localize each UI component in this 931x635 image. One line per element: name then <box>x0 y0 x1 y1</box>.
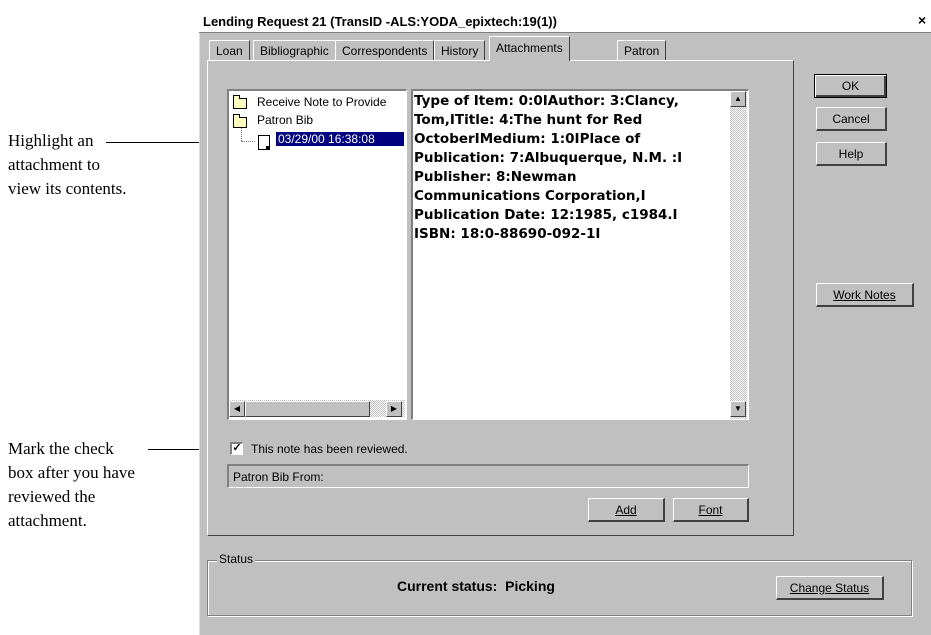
tab-loan[interactable]: Loan <box>209 40 250 60</box>
folder-icon <box>233 114 247 128</box>
reviewed-checkbox-label: This note has been reviewed. <box>251 442 408 456</box>
scroll-left-button[interactable]: ◀ <box>229 401 245 417</box>
scroll-down-button[interactable]: ▼ <box>730 401 746 417</box>
callout-mark-line-4: attachment. <box>8 511 87 530</box>
tree-connector <box>241 128 242 141</box>
dialog-title: Lending Request 21 (TransID -ALS:YODA_ep… <box>203 14 557 29</box>
tree-item-selected-attachment[interactable]: 03/29/00 16:38:08 <box>275 131 405 147</box>
status-group-label: Status <box>217 552 256 566</box>
callout-mark-line-2: box after you have <box>8 463 135 482</box>
reviewed-checkbox[interactable]: ✓ <box>230 442 243 455</box>
callout-mark-line-3: reviewed the <box>8 487 96 506</box>
tab-bibliographic[interactable]: Bibliographic <box>253 40 336 60</box>
scroll-up-button[interactable]: ▲ <box>730 91 746 107</box>
help-button-label: Help <box>838 147 864 161</box>
tree-item-patron-bib[interactable]: Patron Bib <box>257 113 313 127</box>
callout-highlight-line-3: view its contents. <box>8 179 127 198</box>
ok-button-label: OK <box>841 79 860 93</box>
ok-button[interactable]: OK <box>814 74 887 98</box>
tab-patron[interactable]: Patron <box>617 40 667 60</box>
scroll-right-button[interactable]: ▶ <box>386 401 402 417</box>
tree-item-receive-note[interactable]: Receive Note to Provide <box>257 95 403 109</box>
callout-highlight-line-2: attachment to <box>8 155 101 174</box>
tree-connector <box>241 141 255 142</box>
change-status-button-label: Change Status <box>789 581 870 595</box>
tab-history[interactable]: History <box>434 40 486 60</box>
tab-attachments[interactable]: Attachments <box>489 36 570 61</box>
note-field-value: Patron Bib From: <box>233 470 324 484</box>
callout-mark-line-1: Mark the check <box>8 439 114 458</box>
help-button[interactable]: Help <box>816 142 887 166</box>
document-icon <box>258 135 270 150</box>
callout-highlight: Highlight an attachment to view its cont… <box>8 129 127 201</box>
font-button[interactable]: Font <box>673 498 749 522</box>
note-field[interactable]: Patron Bib From: <box>227 464 749 488</box>
attachment-content-text: Type of Item: 0:0IAuthor: 3:Clancy, Tom,… <box>414 93 683 242</box>
work-notes-button[interactable]: Work Notes <box>816 283 914 307</box>
font-button-label: Font <box>698 503 723 517</box>
folder-icon <box>233 95 247 109</box>
callout-highlight-line-1: Highlight an <box>8 131 94 150</box>
close-icon[interactable]: × <box>918 12 926 28</box>
title-bar: Lending Request 21 (TransID -ALS:YODA_ep… <box>199 10 931 33</box>
callout-mark: Mark the check box after you have review… <box>8 437 135 533</box>
content-vertical-scrollbar[interactable] <box>730 91 747 419</box>
cancel-button-label: Cancel <box>832 112 870 126</box>
tab-correspondents[interactable]: Correspondents <box>335 40 435 60</box>
add-button[interactable]: Add <box>588 498 665 522</box>
change-status-button[interactable]: Change Status <box>776 576 884 600</box>
work-notes-button-label: Work Notes <box>833 288 896 302</box>
scroll-thumb[interactable] <box>245 401 370 417</box>
current-status-text: Current status: Picking <box>397 578 555 594</box>
cancel-button[interactable]: Cancel <box>816 107 887 131</box>
add-button-label: Add <box>615 503 637 517</box>
